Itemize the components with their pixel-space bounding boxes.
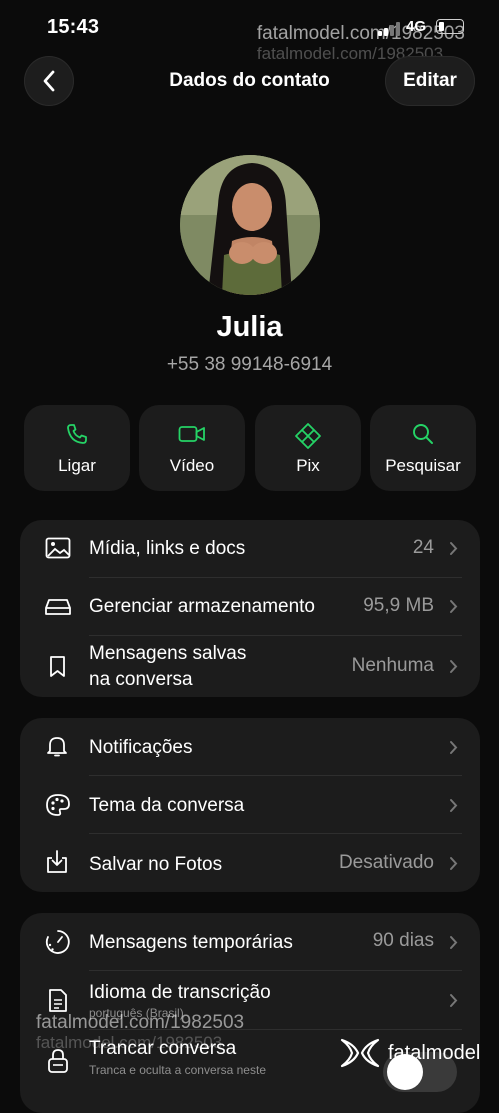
disappearing-messages-row[interactable]: Mensagens temporárias 90 dias (20, 913, 480, 971)
search-button[interactable]: Pesquisar (370, 405, 476, 491)
saved-label-line1: Mensagens salvas (89, 643, 247, 664)
image-icon (45, 537, 71, 559)
fatalmodel-logo-icon (340, 1038, 380, 1068)
storage-icon (45, 599, 71, 615)
pix-icon (295, 423, 321, 449)
media-links-docs-row[interactable]: Mídia, links e docs 24 (20, 520, 480, 578)
contact-phone: +55 38 99148-6914 (166, 354, 333, 375)
palette-icon (46, 794, 70, 816)
chevron-right-icon (450, 799, 458, 812)
save-photos-value: Desativado (338, 852, 434, 873)
media-label: Mídia, links e docs (89, 538, 246, 559)
theme-label: Tema da conversa (89, 795, 245, 816)
watermark-bottom-text: fatalmodel.com/1982503 (36, 1012, 245, 1033)
phone-icon (67, 424, 87, 444)
watermark-bottom-ghost-text: fatalmodel.com/1982503 (36, 1033, 223, 1052)
chevron-right-icon (450, 936, 458, 949)
contact-name: Julia (216, 311, 283, 343)
storage-value: 95,9 MB (363, 595, 434, 616)
chat-theme-row[interactable]: Tema da conversa (20, 776, 480, 834)
watermark-top-text: fatalmodel.com/1982503 (256, 23, 465, 44)
saved-value: Nenhuma (351, 655, 434, 676)
chevron-right-icon (450, 857, 458, 870)
lock-sub: Tranca e oculta a conversa neste (89, 1063, 266, 1077)
chevron-right-icon (450, 741, 458, 754)
edit-button[interactable]: Editar (385, 56, 475, 106)
download-icon (47, 850, 67, 873)
disappearing-label: Mensagens temporárias (89, 932, 293, 953)
video-label: Vídeo (169, 456, 215, 475)
call-label: Ligar (58, 456, 96, 475)
video-icon (178, 426, 205, 442)
notifications-row[interactable]: Notificações (20, 718, 480, 776)
brand-text: fatalmodel (388, 1041, 481, 1064)
chevron-right-icon (450, 542, 458, 555)
media-card: Mídia, links e docs 24 Gerenciar armazen… (20, 520, 480, 697)
manage-storage-row[interactable]: Gerenciar armazenamento 95,9 MB (20, 578, 480, 636)
disappearing-value: 90 dias (372, 930, 434, 951)
saved-messages-row[interactable]: Mensagens salvas na conversa Nenhuma (20, 636, 480, 697)
chevron-right-icon (450, 994, 458, 1007)
bookmark-icon (50, 656, 65, 677)
storage-label: Gerenciar armazenamento (89, 596, 315, 617)
network-label: 4G (406, 18, 427, 35)
brand-watermark: fatalmodel (340, 1038, 480, 1068)
media-count: 24 (412, 537, 434, 558)
search-icon (413, 424, 433, 444)
chevron-right-icon (450, 660, 458, 673)
call-button[interactable]: Ligar (24, 405, 130, 491)
save-to-photos-row[interactable]: Salvar no Fotos Desativado (20, 834, 480, 892)
video-button[interactable]: Vídeo (139, 405, 245, 491)
pix-label: Pix (296, 456, 320, 475)
search-label: Pesquisar (385, 456, 461, 475)
watermark-bottom: fatalmodel.com/1982503 fatalmodel.com/19… (36, 1013, 244, 1053)
notifications-label: Notificações (89, 737, 193, 758)
pix-button[interactable]: Pix (255, 405, 361, 491)
bell-icon (47, 737, 67, 757)
saved-label-line2: na conversa (89, 669, 193, 690)
signal-icon (378, 22, 400, 36)
save-photos-label: Salvar no Fotos (89, 854, 223, 875)
chevron-right-icon (450, 600, 458, 613)
battery-icon (436, 19, 464, 34)
avatar[interactable] (180, 155, 320, 295)
transcription-label: Idioma de transcrição (89, 982, 271, 1003)
settings-card: Notificações Tema da conversa Salvar no … (20, 718, 480, 892)
document-icon (49, 989, 67, 1012)
profile-photo (180, 155, 320, 295)
status-time: 15:43 (47, 16, 100, 38)
timer-icon (45, 930, 70, 954)
